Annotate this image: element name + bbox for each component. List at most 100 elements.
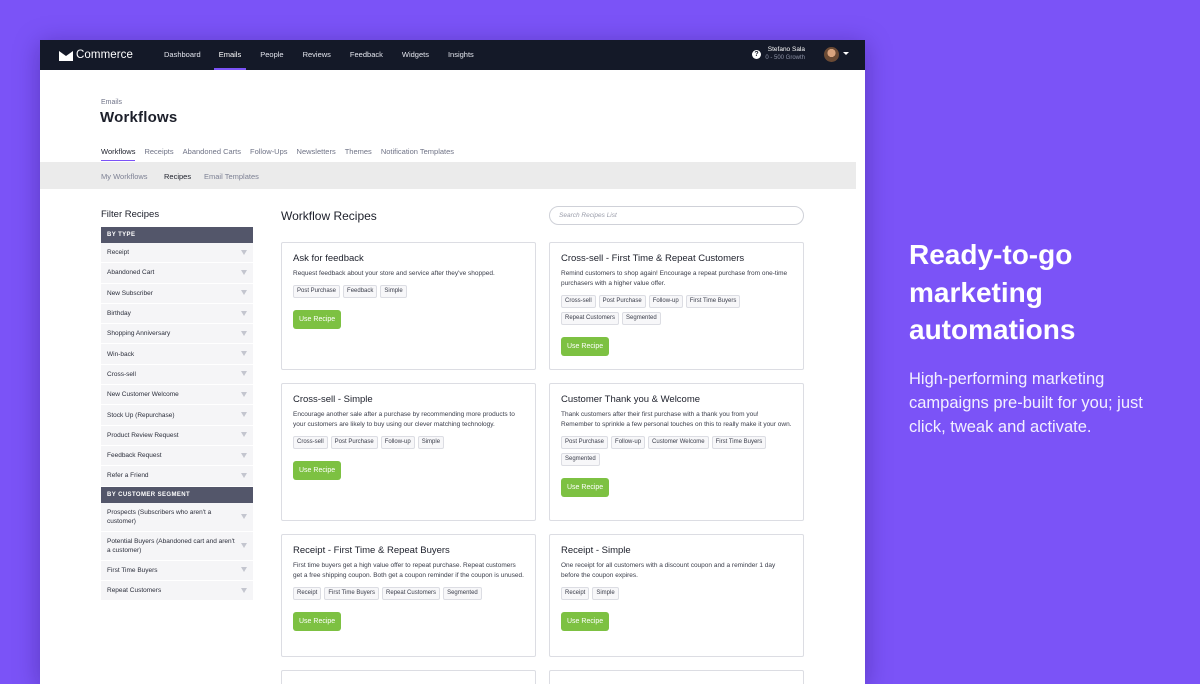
tab-newsletters[interactable]: Newsletters (297, 147, 336, 161)
avatar[interactable] (824, 47, 839, 62)
filter-item[interactable]: New Subscriber (101, 283, 253, 304)
use-recipe-button[interactable]: Use Recipe (561, 612, 610, 631)
tag: Cross-sell (561, 295, 596, 308)
tag-list: Post Purchase Feedback Simple (293, 285, 524, 302)
filter-item[interactable]: Feedback Request (101, 445, 253, 467)
recipe-title: Cross-sell - First Time & Repeat Custome… (561, 253, 745, 264)
promo-title: Ready-to-go marketing automations (909, 239, 1076, 345)
use-recipe-button[interactable]: Use Recipe (561, 478, 610, 497)
tab-workflows[interactable]: Workflows (101, 147, 136, 161)
recipe-title: Cross-sell - Simple (293, 394, 373, 405)
breadcrumb[interactable]: Emails (101, 99, 122, 106)
filter-icon (241, 542, 247, 548)
search-input[interactable]: Search Recipes List (549, 206, 804, 225)
filter-item-label: Receipt (107, 249, 130, 257)
tag: Feedback (343, 285, 378, 298)
subtab-recipes[interactable]: Recipes (164, 172, 191, 181)
use-recipe-button[interactable]: Use Recipe (293, 310, 342, 329)
recipe-card: Ask for feedback Request feedback about … (281, 242, 536, 370)
recipe-card-partial (549, 670, 804, 684)
tag: First Time Buyers (711, 436, 767, 449)
tab-receipts[interactable]: Receipts (144, 147, 173, 161)
tag: First Time Buyers (324, 587, 380, 600)
filter-item[interactable]: Product Review Request (101, 425, 253, 446)
filter-item[interactable]: Birthday (101, 303, 253, 325)
filter-icon (241, 513, 247, 519)
filter-item[interactable]: Cross-sell (101, 364, 253, 386)
tag: Follow-up (648, 295, 683, 308)
filter-icon (241, 432, 247, 438)
filter-item[interactable]: Win-back (101, 344, 253, 365)
filter-item-label: Stock Up (Repurchase) (107, 411, 175, 419)
tab-follow-ups[interactable]: Follow-Ups (250, 147, 288, 161)
nav-widgets[interactable]: Widgets (402, 40, 429, 70)
tab-notification-templates[interactable]: Notification Templates (381, 147, 454, 161)
subtab-my-workflows[interactable]: My Workflows (101, 172, 148, 181)
tag-list: Receipt First Time Buyers Repeat Custome… (293, 587, 524, 604)
filter-item-label: New Customer Welcome (107, 391, 179, 399)
chevron-down-icon[interactable] (843, 52, 849, 55)
tag: Receipt (561, 587, 590, 600)
filter-item-label: Prospects (Subscribers who aren't a cust… (107, 508, 212, 525)
recipe-card: Cross-sell - Simple Encourage another sa… (281, 383, 536, 521)
filter-icon (241, 472, 247, 478)
nav-insights[interactable]: Insights (448, 40, 474, 70)
use-recipe-button[interactable]: Use Recipe (561, 337, 610, 356)
filter-item-label: Win-back (107, 350, 135, 358)
tag-list: Post Purchase Follow-up Customer Welcome… (561, 436, 792, 470)
filter-item[interactable]: Potential Buyers (Abandoned cart and are… (101, 531, 253, 561)
subtab-email-templates[interactable]: Email Templates (204, 172, 259, 181)
nav-reviews[interactable]: Reviews (303, 40, 331, 70)
filter-item-label: First Time Buyers (107, 566, 158, 574)
recipe-title: Receipt - Simple (561, 545, 631, 556)
filter-item-label: Repeat Customers (107, 587, 162, 594)
tag: Post Purchase (598, 295, 646, 308)
use-recipe-button[interactable]: Use Recipe (293, 612, 342, 631)
nav-feedback[interactable]: Feedback (350, 40, 383, 70)
main-nav: Dashboard Emails People Reviews Feedback… (164, 40, 474, 70)
question-circle-icon[interactable]: ? (752, 50, 761, 59)
recipe-description: Remind customers to shop again! Encourag… (561, 270, 788, 287)
filter-item[interactable]: First Time Buyers (101, 560, 253, 581)
filter-item-label: Feedback Request (107, 452, 162, 460)
tag: Repeat Customers (382, 587, 441, 600)
filter-item[interactable]: Repeat Customers (101, 580, 253, 602)
promo-panel: Ready-to-go marketing automations High-p… (909, 236, 1179, 439)
tag-list: Cross-sell Post Purchase Follow-up First… (561, 295, 792, 329)
brand[interactable]: Commerce (59, 49, 164, 61)
tab-abandoned-carts[interactable]: Abandoned Carts (183, 147, 241, 161)
user-name: Stefano Sala (767, 46, 805, 53)
filter-item[interactable]: New Customer Welcome (101, 385, 253, 406)
user-plan: 0 - 500 Growth (765, 55, 805, 61)
filter-item[interactable]: Prospects (Subscribers who aren't a cust… (101, 502, 253, 532)
filter-icon (241, 371, 247, 377)
nav-emails[interactable]: Emails (213, 40, 246, 70)
recipe-description: First time buyers get a high value offer… (293, 562, 524, 579)
tag: Simple (380, 285, 407, 298)
tag-list: Receipt Simple (561, 587, 792, 604)
recipe-card: Cross-sell - First Time & Repeat Custome… (549, 242, 804, 370)
recipe-description: Encourage another sale after a purchase … (293, 411, 515, 428)
nav-dashboard[interactable]: Dashboard (164, 40, 201, 70)
recipe-card-partial (281, 670, 536, 684)
filter-item[interactable]: Abandoned Cart (101, 263, 253, 284)
tag: Post Purchase (293, 285, 341, 298)
tab-themes[interactable]: Themes (345, 147, 372, 161)
nav-people[interactable]: People (260, 40, 283, 70)
commerce-logo-icon (59, 50, 73, 61)
recipe-title: Receipt - First Time & Repeat Buyers (293, 545, 450, 556)
filter-icon (241, 310, 247, 316)
filter-icon (241, 452, 247, 458)
user-menu[interactable]: Stefano Sala 0 - 500 Growth (765, 46, 805, 62)
filter-item[interactable]: Shopping Anniversary (101, 324, 253, 345)
top-navbar: Commerce Dashboard Emails People Reviews… (40, 40, 865, 70)
recipe-description: Request feedback about your store and se… (293, 270, 495, 277)
filter-item[interactable]: Stock Up (Repurchase) (101, 405, 253, 426)
filter-item-label: Abandoned Cart (107, 269, 155, 277)
filter-item-label: Shopping Anniversary (107, 330, 171, 338)
filter-item[interactable]: Refer a Friend (101, 466, 253, 487)
use-recipe-button[interactable]: Use Recipe (293, 461, 342, 480)
filter-item[interactable]: Receipt (101, 243, 253, 264)
recipe-card: Receipt - Simple One receipt for all cus… (549, 534, 804, 657)
tag: Repeat Customers (561, 312, 620, 325)
